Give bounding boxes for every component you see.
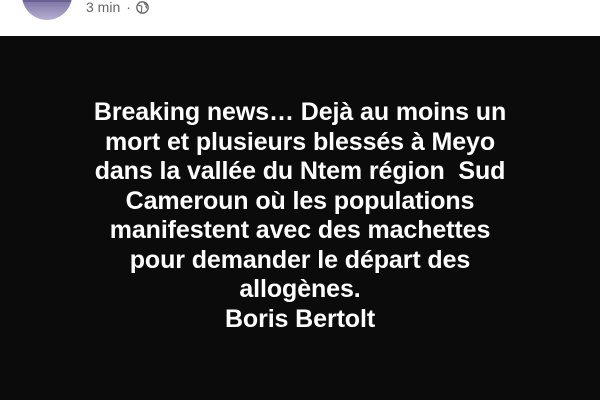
message-line: allogènes. <box>239 275 361 303</box>
message-line: dans la vallée du Ntem région Sud <box>94 157 506 185</box>
message-line: Cameroun où les populations <box>125 186 475 215</box>
message-line: Breaking news… Dejà au moins un <box>93 98 507 126</box>
message-line: pour demander le départ des <box>129 245 471 274</box>
post-message: Breaking news… Dejà au moins un mort et … <box>30 98 570 334</box>
facebook-post: 3 min · Breaking news… Dejà au moins un … <box>0 0 600 400</box>
post-text-card: Breaking news… Dejà au moins un mort et … <box>0 36 600 400</box>
post-header: 3 min · <box>0 0 600 36</box>
globe-icon[interactable] <box>136 0 149 14</box>
meta-separator: · <box>126 0 131 15</box>
message-author: Boris Bertolt <box>224 304 376 333</box>
avatar[interactable] <box>22 0 72 20</box>
post-meta: 3 min · <box>86 0 149 15</box>
message-line: mort et plusieurs blessés à Meyo <box>104 127 495 156</box>
post-timestamp[interactable]: 3 min <box>86 0 120 15</box>
message-line: manifestent avec des machettes <box>109 216 491 244</box>
